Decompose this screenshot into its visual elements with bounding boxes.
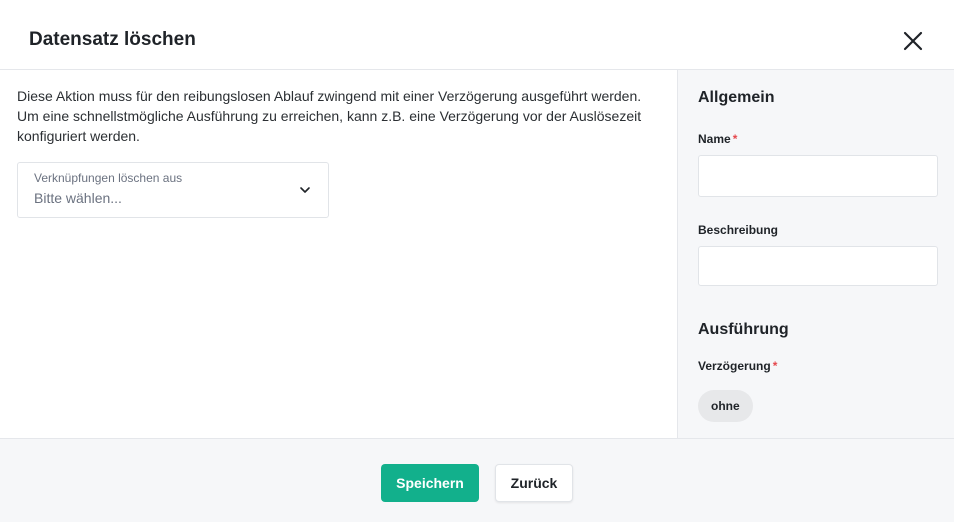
name-label: Name * — [698, 132, 737, 146]
dialog-footer: Speichern Zurück — [0, 438, 954, 522]
required-marker: * — [732, 132, 738, 146]
delay-chip[interactable]: ohne — [698, 390, 753, 422]
description-line: Um eine schnellstmögliche Ausführung zu … — [17, 108, 642, 124]
name-label-text: Name — [698, 132, 731, 146]
description-input[interactable] — [698, 246, 938, 286]
dialog-title: Datensatz löschen — [29, 29, 196, 50]
delay-label: Verzögerung * — [698, 359, 777, 373]
required-marker: * — [772, 359, 778, 373]
description-line: Diese Aktion muss für den reibungslosen … — [17, 88, 642, 104]
name-input[interactable] — [698, 155, 938, 197]
delay-label-text: Verzögerung — [698, 359, 771, 373]
back-button[interactable]: Zurück — [495, 464, 573, 502]
save-button[interactable]: Speichern — [381, 464, 479, 502]
main-content: Diese Aktion muss für den reibungslosen … — [0, 70, 677, 438]
select-label: Verknüpfungen löschen aus — [34, 171, 183, 185]
section-heading-general: Allgemein — [698, 89, 775, 106]
select-placeholder: Bitte wählen... — [34, 190, 122, 206]
chevron-down-icon — [298, 183, 312, 197]
section-heading-execution: Ausführung — [698, 321, 789, 338]
delete-links-select[interactable]: Verknüpfungen löschen aus Bitte wählen..… — [17, 162, 329, 218]
action-description: Diese Aktion muss für den reibungslosen … — [17, 86, 657, 146]
properties-sidebar: Allgemein Name * Beschreibung Ausführung … — [677, 70, 954, 438]
description-line: konfiguriert werden. — [17, 128, 140, 144]
description-label: Beschreibung — [698, 223, 779, 237]
close-icon[interactable] — [898, 26, 928, 56]
dialog-header: Datensatz löschen — [0, 0, 954, 70]
